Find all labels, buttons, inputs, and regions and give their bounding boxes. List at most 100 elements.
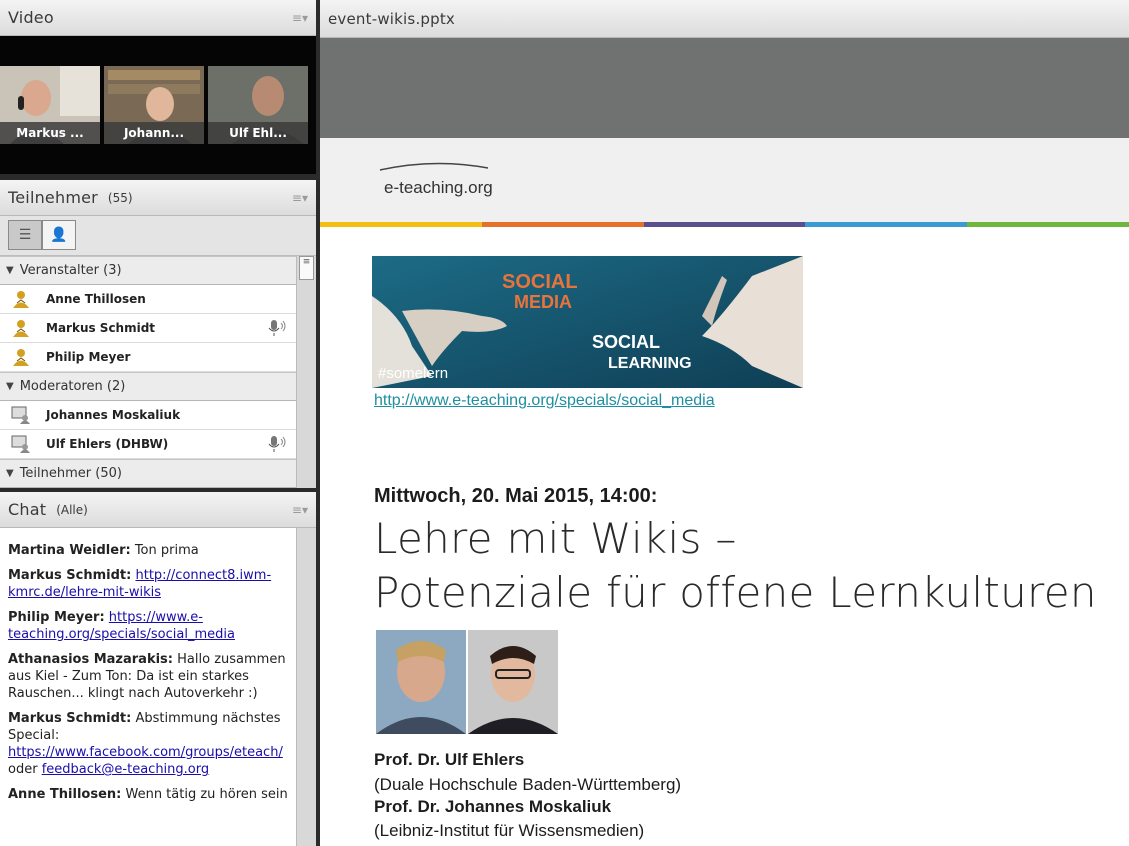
chat-scope[interactable]: (Alle) [56,503,88,517]
group-header-hosts[interactable]: ▼ Veranstalter (3) [0,256,296,285]
host-icon [10,347,32,367]
participants-pod-header: Teilnehmer (55) ≡▾ [0,180,316,216]
chat-author: Markus Schmidt: [8,711,132,726]
speaker-affiliation: (Duale Hochschule Baden-Württemberg) [374,775,682,794]
slide-brand-band: e-teaching.org [320,138,1129,224]
speaker-affiliation: (Leibniz-Institut für Wissensmedien) [374,821,645,840]
participant-row[interactable]: Ulf Ehlers (DHBW) [0,430,296,459]
participants-pod-title: Teilnehmer [8,188,98,207]
stripe-segment [320,222,482,227]
video-pod-title: Video [8,8,54,27]
participant-row[interactable]: Philip Meyer [0,343,296,372]
chat-pod-header: Chat (Alle) ≡▾ [0,492,316,528]
video-feed[interactable]: Johann... [104,66,204,144]
share-pod: event-wikis.pptx e-teaching.org SOCIAL M… [320,0,1129,846]
collapse-triangle-icon: ▼ [6,468,14,479]
speaker-photo [468,630,558,734]
brand-swoosh-icon [379,162,489,171]
participant-name: Johannes Moskaliuk [46,408,181,422]
speaker-name: Prof. Dr. Johannes Moskaliuk [374,797,612,816]
participant-row[interactable]: Johannes Moskaliuk [0,401,296,430]
video-pod: Video ≡▾ Markus ... Johann... Ulf Ehl... [0,0,316,174]
presenter-icon [10,434,32,454]
chat-message: Anne Thillosen: Wenn tätig zu hören sein [8,786,288,803]
participants-pod: Teilnehmer (55) ≡▾ ☰ 👤 ▼ Veranstalter (3… [0,180,316,488]
video-feed[interactable]: Ulf Ehl... [208,66,308,144]
stripe-segment [481,222,644,227]
host-icon [10,318,32,338]
chat-author: Markus Schmidt: [8,568,132,583]
pod-options-icon[interactable]: ≡▾ [292,191,308,205]
collapse-triangle-icon: ▼ [6,265,14,276]
collapse-triangle-icon: ▼ [6,381,14,392]
shared-file-name: event-wikis.pptx [328,9,456,28]
host-icon [10,289,32,309]
svg-text:MEDIA: MEDIA [514,292,572,312]
chat-text: Ton prima [134,543,199,558]
stripe-segment [643,222,806,227]
stripe-segment [805,222,968,227]
stripe-segment [967,222,1129,227]
slide-top-bar [320,38,1129,138]
video-feed-label: Ulf Ehl... [208,122,308,144]
list-view-icon[interactable]: ☰ [8,220,42,250]
color-stripe [320,222,1129,227]
chat-link[interactable]: https://www.facebook.com/groups/eteach/ [8,745,283,760]
chat-message: Markus Schmidt: Abstimmung nächstes Spec… [8,710,288,778]
chat-author: Athanasios Mazarakis: [8,652,173,667]
chat-messages: Martina Weidler: Ton prima Markus Schmid… [0,528,296,846]
share-pod-header: event-wikis.pptx [320,0,1129,38]
video-area: Markus ... Johann... Ulf Ehl... [0,36,316,174]
presenter-icon [10,405,32,425]
svg-text:SOCIAL: SOCIAL [502,271,578,293]
participant-row[interactable]: Anne Thillosen [0,285,296,314]
video-pod-header: Video ≡▾ [0,0,316,36]
chat-scrollbar[interactable] [296,528,316,846]
chat-author: Martina Weidler: [8,543,131,558]
svg-text:SOCIAL: SOCIAL [592,332,660,352]
video-feed[interactable]: Markus ... [0,66,100,144]
participant-name: Anne Thillosen [46,292,146,306]
group-header-participants[interactable]: ▼ Teilnehmer (50) [0,459,296,488]
participant-count: (55) [107,190,133,205]
slide-hyperlink[interactable]: http://www.e-teaching.org/specials/socia… [374,392,715,410]
group-label: Moderatoren (2) [19,379,126,394]
group-label: Teilnehmer (50) [19,466,122,481]
social-media-banner: SOCIAL MEDIA SOCIAL LEARNING #somelern [372,256,803,388]
group-label: Veranstalter (3) [19,263,122,278]
chat-pod: Chat (Alle) ≡▾ Martina Weidler: Ton prim… [0,492,316,846]
chat-email-link[interactable]: feedback@e-teaching.org [42,762,209,777]
attendee-view-icon[interactable]: 👤 [42,220,76,250]
svg-text:LEARNING: LEARNING [608,355,692,372]
participant-list: ▼ Veranstalter (3) Anne Thillosen Markus… [0,256,296,488]
brand-logo-text: e-teaching.org [384,178,493,197]
speaker-name: Prof. Dr. Ulf Ehlers [374,750,525,769]
participant-scrollbar[interactable]: ≡ [296,256,316,488]
slide-title-line-2: Potenziale für offene Lernkulturen [374,568,1097,617]
chat-message: Markus Schmidt: http://connect8.iwm-kmrc… [8,567,288,601]
pod-options-icon[interactable]: ≡▾ [292,11,308,25]
microphone-active-icon [266,434,288,454]
chat-pod-title: Chat [8,500,47,519]
participant-name: Markus Schmidt [46,321,156,335]
pod-options-icon[interactable]: ≡▾ [292,503,308,517]
chat-message: Athanasios Mazarakis: Hallo zusammen aus… [8,651,288,702]
slide-title-line-1: Lehre mit Wikis – [374,514,737,563]
video-feed-label: Markus ... [0,122,100,144]
chat-text: Wenn tätig zu hören sein [125,787,288,802]
participant-name: Philip Meyer [46,350,131,364]
chat-author: Philip Meyer: [8,610,105,625]
participant-name: Ulf Ehlers (DHBW) [46,437,169,451]
scrollbar-thumb[interactable]: ≡ [299,256,314,280]
event-date: Mittwoch, 20. Mai 2015, 14:00: [374,485,658,507]
microphone-active-icon [266,318,288,338]
group-header-presenters[interactable]: ▼ Moderatoren (2) [0,372,296,401]
view-toggle: ☰ 👤 [0,216,316,256]
speaker-photo [376,630,466,734]
participant-row[interactable]: Markus Schmidt [0,314,296,343]
chat-message: Philip Meyer: https://www.e-teaching.org… [8,609,288,643]
chat-author: Anne Thillosen: [8,787,122,802]
video-feed-label: Johann... [104,122,204,144]
banner-hashtag: #somelern [378,365,449,382]
chat-message: Martina Weidler: Ton prima [8,542,288,559]
